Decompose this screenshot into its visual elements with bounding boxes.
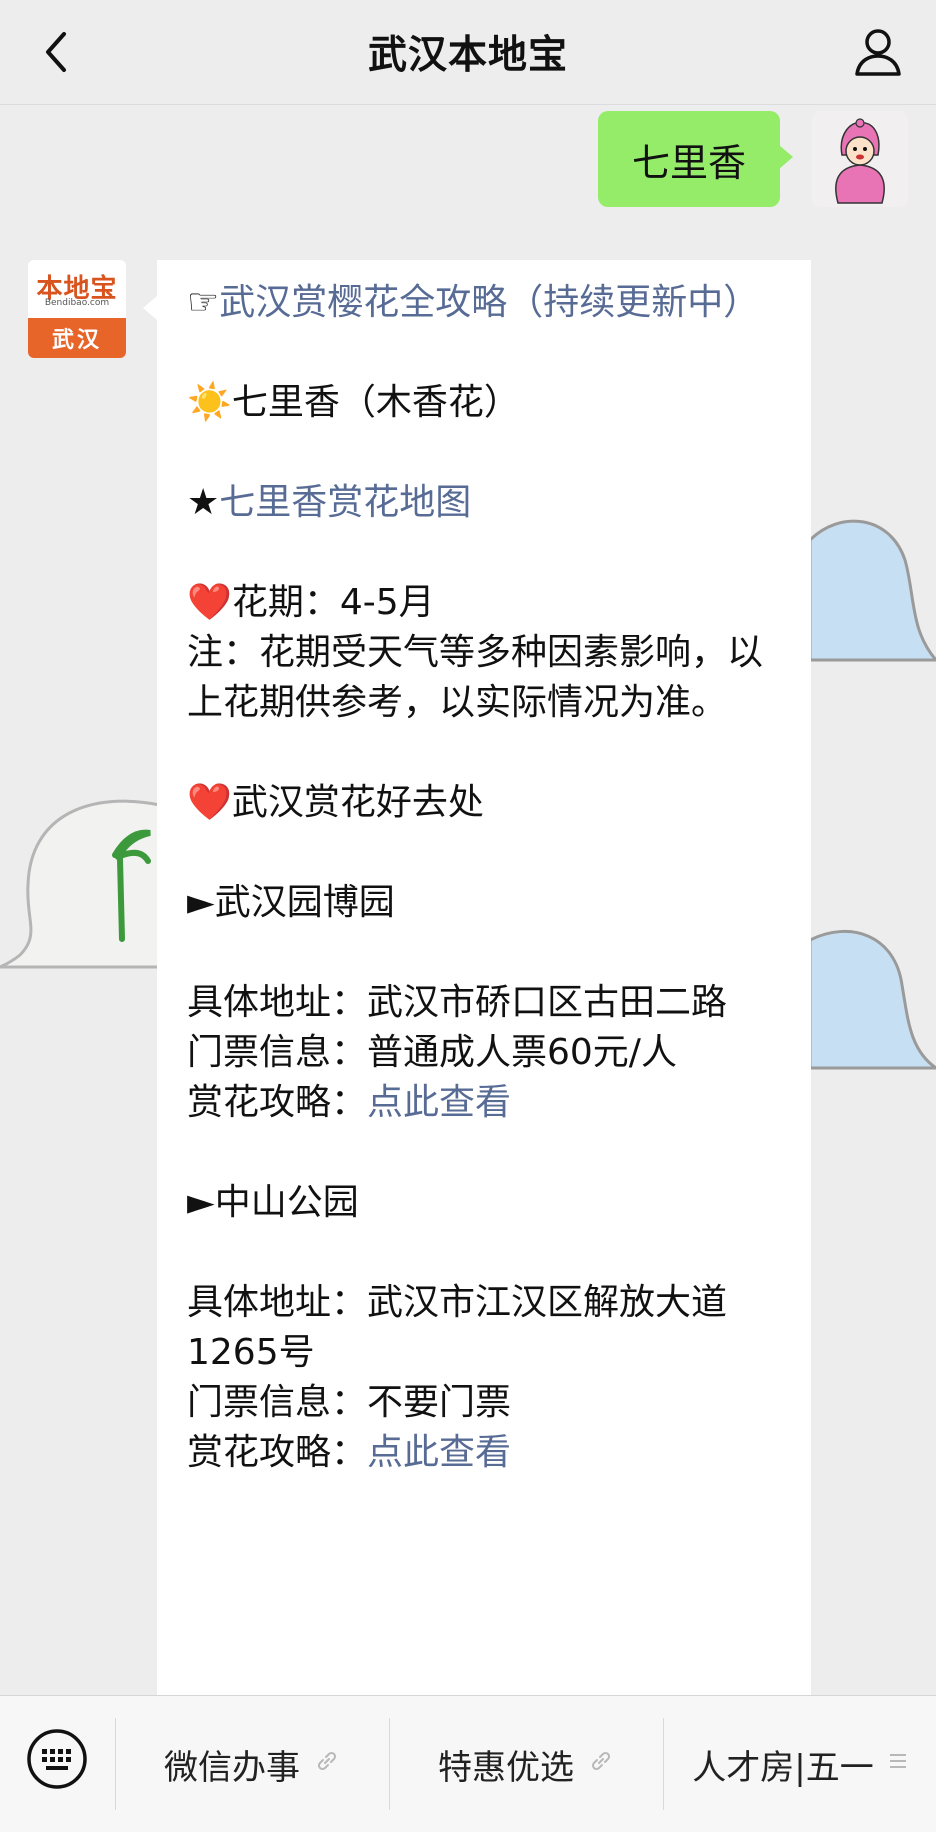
places-title: 武汉赏花好去处	[231, 782, 484, 823]
sun-icon: ☀️	[187, 382, 232, 423]
place-guide-label: 赏花攻略：	[187, 1082, 368, 1123]
map-line: ★七里香赏花地图	[187, 478, 777, 528]
guide-line: ☞武汉赏樱花全攻略（持续更新中）	[187, 278, 777, 328]
flower-title: 七里香（木香花）	[231, 382, 520, 423]
cartoon-avatar-icon	[812, 111, 908, 207]
period-line: ❤️花期：4-5月	[187, 578, 777, 628]
chat-area[interactable]: 七里香 本地宝 Bendibao.com 武汉 ☞武汉赏樱花全攻略（持续更新中）…	[0, 105, 936, 1695]
flower-title-line: ☀️七里香（木香花）	[187, 378, 777, 428]
link-icon	[588, 1748, 614, 1780]
place-guide-line: 赏花攻略：点此查看	[187, 1428, 777, 1478]
place-guide-link[interactable]: 点此查看	[367, 1432, 511, 1473]
menu-item-label: 人才房|五一	[692, 1747, 874, 1788]
menu-item-label: 微信办事	[164, 1747, 300, 1788]
place-ticket: 门票信息：普通成人票60元/人	[187, 1032, 677, 1073]
place-name: 中山公园	[214, 1182, 359, 1223]
heart-icon: ❤️	[187, 582, 232, 623]
link-icon	[314, 1748, 340, 1780]
place-name-line: ►中山公园	[187, 1178, 777, 1228]
places-title-line: ❤️武汉赏花好去处	[187, 778, 777, 828]
person-icon	[855, 29, 901, 76]
pointing-hand-icon: ☞	[187, 282, 220, 323]
chevron-left-icon	[46, 32, 66, 72]
place-guide-link[interactable]: 点此查看	[367, 1082, 511, 1123]
outgoing-message-text: 七里香	[631, 140, 746, 185]
place-guide-label: 赏花攻略：	[187, 1432, 368, 1473]
place-guide-line: 赏花攻略：点此查看	[187, 1078, 777, 1128]
menu-lines-icon	[888, 1750, 908, 1778]
keyboard-toggle-button[interactable]	[26, 1728, 88, 1790]
menu-item-special-deals[interactable]: 特惠优选	[390, 1696, 662, 1832]
page-title: 武汉本地宝	[367, 33, 568, 78]
bloom-period: 花期：4-5月	[231, 582, 435, 623]
place-address: 具体地址：武汉市硚口区古田二路	[187, 982, 728, 1023]
triangle-right-icon: ►	[187, 1182, 215, 1223]
outgoing-message-bubble[interactable]: 七里香	[598, 111, 793, 207]
star-icon: ★	[187, 482, 220, 523]
wallpaper-ghost-left	[0, 799, 160, 969]
place-address: 具体地址：武汉市江汉区解放大道1265号	[187, 1282, 728, 1373]
place-name-line: ►武汉园博园	[187, 878, 777, 928]
incoming-message-bubble[interactable]: ☞武汉赏樱花全攻略（持续更新中） ☀️七里香（木香花） ★七里香赏花地图 ❤️花…	[143, 260, 811, 1695]
period-note: 注：花期受天气等多种因素影响，以上花期供参考，以实际情况为准。	[187, 632, 764, 723]
profile-button[interactable]	[848, 22, 908, 82]
wallpaper-ghost-right-top	[810, 519, 936, 662]
heart-icon: ❤️	[187, 782, 232, 823]
menu-item-wechat-services[interactable]: 微信办事	[116, 1696, 388, 1832]
flower-map-link[interactable]: 七里香赏花地图	[219, 482, 471, 523]
wallpaper-ghost-right-bottom	[810, 930, 936, 1070]
official-account-avatar[interactable]: 本地宝 Bendibao.com 武汉	[28, 260, 126, 358]
menu-item-talent-housing[interactable]: 人才房|五一	[664, 1696, 936, 1832]
user-avatar[interactable]	[812, 111, 908, 207]
nav-bar: 武汉本地宝	[0, 0, 936, 105]
menu-item-label: 特惠优选	[438, 1747, 574, 1788]
bottom-menu-bar: 微信办事 特惠优选 人才房|五一	[0, 1695, 936, 1832]
place-ticket: 门票信息：不要门票	[187, 1382, 512, 1423]
place-name: 武汉园博园	[214, 882, 395, 923]
avatar-logo-sub: Bendibao.com	[44, 298, 110, 308]
triangle-right-icon: ►	[187, 882, 215, 923]
message-body: ☞武汉赏樱花全攻略（持续更新中） ☀️七里香（木香花） ★七里香赏花地图 ❤️花…	[187, 278, 777, 1478]
keyboard-icon	[27, 1729, 87, 1789]
avatar-logo-city: 武汉	[28, 318, 126, 358]
sakura-guide-link[interactable]: 武汉赏樱花全攻略（持续更新中）	[219, 282, 759, 323]
back-button[interactable]	[30, 22, 90, 82]
